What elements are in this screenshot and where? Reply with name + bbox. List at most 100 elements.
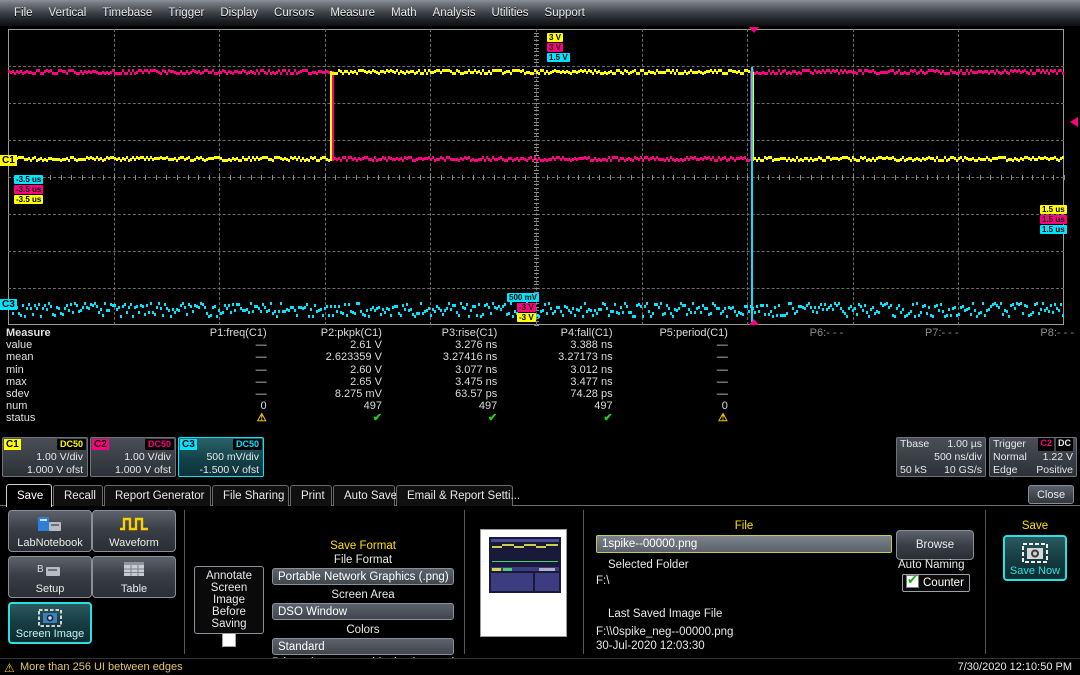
trace-c3-noise	[974, 309, 976, 312]
counter-checkbox[interactable]: Counter	[902, 574, 970, 592]
menu-item-measure[interactable]: Measure	[322, 4, 383, 22]
trace-c3-noise	[32, 313, 34, 316]
trace-c3-noise	[364, 314, 366, 317]
trace-c3-noise	[608, 314, 610, 317]
trace-c3-noise	[492, 302, 494, 305]
measure-column-header-p3[interactable]: P3:rise(C1)	[388, 327, 503, 339]
channel-marker-c1[interactable]: C1	[0, 155, 17, 166]
trace-c3-noise	[44, 304, 46, 307]
channel-marker-c3[interactable]: C3	[0, 299, 17, 310]
measure-cell: 0	[157, 400, 272, 412]
menu-item-support[interactable]: Support	[537, 4, 593, 22]
channel-offset-c1: 1.000 V ofst	[3, 464, 87, 477]
grid-tick	[958, 175, 959, 180]
waveform-display[interactable]: C1 C3 -3.5 us -3.5 us -3.5 us 1.5 us 1.5…	[0, 27, 1080, 327]
menu-item-math[interactable]: Math	[383, 4, 425, 22]
trace-c3-noise	[850, 305, 852, 308]
trace-c2-low	[484, 159, 486, 162]
measure-column-header-p6[interactable]: P6:- - -	[734, 327, 849, 339]
trace-c3-noise	[418, 312, 420, 315]
save-now-label: Save Now	[1005, 565, 1065, 577]
channel-descriptor-c3[interactable]: C3DC50500 mV/div-1.500 V ofst	[178, 437, 264, 477]
grid-tick	[534, 251, 539, 252]
measure-cell: —	[157, 339, 272, 351]
menu-item-utilities[interactable]: Utilities	[483, 4, 536, 22]
measure-cell: —	[619, 351, 734, 363]
menu-item-trigger[interactable]: Trigger	[160, 4, 212, 22]
grid-tick	[534, 62, 539, 63]
annotate-before-saving-box[interactable]: Annotate Screen Image Before Saving	[194, 566, 264, 634]
channel-descriptor-c1[interactable]: C1DC501.00 V/div1.000 V ofst	[2, 437, 88, 477]
menu-item-display[interactable]: Display	[212, 4, 266, 22]
menu-item-vertical[interactable]: Vertical	[41, 4, 95, 22]
trace-c3-noise	[70, 303, 72, 306]
trace-c3-noise	[648, 310, 650, 313]
trace-c3-noise	[20, 314, 22, 317]
trigger-descriptor[interactable]: Trigger C2 DC Normal 1.22 V Edge Positiv…	[989, 437, 1077, 477]
annotate-checkbox[interactable]	[222, 633, 236, 647]
grid-tick	[534, 270, 539, 271]
tab-file-sharing[interactable]: File Sharing	[212, 485, 289, 506]
measure-column-header-p4[interactable]: P4:fall(C1)	[503, 327, 618, 339]
trigger-marker-bottom[interactable]	[749, 319, 759, 325]
filename-input[interactable]: 1spike--00000.png	[596, 535, 892, 553]
measure-column-header-p5[interactable]: P5:period(C1)	[619, 327, 734, 339]
measure-cell	[965, 388, 1080, 400]
trace-c3-noise	[824, 303, 826, 306]
grid-tick	[874, 175, 875, 180]
trace-c3-noise	[508, 312, 510, 315]
save-target-waveform[interactable]: Waveform	[92, 510, 176, 552]
measure-column-header-p2[interactable]: P2:pkpk(C1)	[273, 327, 388, 339]
save-target-table[interactable]: Table	[92, 556, 176, 598]
grid-tick	[114, 175, 115, 180]
timebase-descriptor[interactable]: Tbase 1.00 µs 500 ns/div 50 kS 10 GS/s	[896, 437, 986, 477]
measure-cell	[849, 351, 964, 363]
tab-recall[interactable]: Recall	[53, 485, 103, 506]
trigger-level-marker-right[interactable]	[1070, 117, 1078, 127]
grid-tick	[198, 175, 199, 180]
tab-save[interactable]: Save	[6, 484, 52, 507]
measure-column-header-p1[interactable]: P1:freq(C1)	[157, 327, 272, 339]
measure-cell: 2.61 V	[273, 339, 388, 351]
grid-tick	[335, 175, 336, 180]
close-button[interactable]: Close	[1028, 485, 1074, 504]
tab-report-generator[interactable]: Report Generator	[104, 485, 211, 506]
save-target-labnotebook[interactable]: LabNotebook	[8, 510, 92, 552]
trigger-marker-top[interactable]	[749, 27, 759, 33]
tab-auto-save[interactable]: Auto Save	[333, 485, 395, 506]
measure-column-header-p7[interactable]: P7:- - -	[849, 327, 964, 339]
save-now-button[interactable]: Save Now	[1003, 535, 1067, 581]
trace-c3-noise	[322, 314, 324, 317]
grid-tick	[534, 181, 539, 182]
colors-select[interactable]: Standard	[272, 638, 454, 655]
measure-cell: 3.27416 ns	[388, 351, 503, 363]
auto-naming-label: Auto Naming	[898, 559, 964, 571]
menu-item-timebase[interactable]: Timebase	[94, 4, 160, 22]
trace-c1-high	[742, 72, 744, 75]
menu-item-cursors[interactable]: Cursors	[266, 4, 322, 22]
trace-c3-noise	[854, 307, 856, 310]
measure-cell: 3.475 ns	[388, 376, 503, 388]
tab-print[interactable]: Print	[290, 485, 332, 506]
channel-descriptor-c2[interactable]: C2DC501.00 V/div1.000 V ofst	[90, 437, 176, 477]
menu-item-analysis[interactable]: Analysis	[425, 4, 484, 22]
save-target-screen-image[interactable]: Screen Image	[8, 602, 92, 644]
tab-email-report-setti[interactable]: Email & Report Setti...	[396, 485, 513, 506]
grid-tick	[534, 255, 539, 256]
trace-c3-noise	[252, 310, 254, 313]
divider-2	[464, 510, 465, 654]
save-target-setup[interactable]: BSetup	[8, 556, 92, 598]
trace-c2-high-2	[948, 72, 950, 75]
screen-area-select[interactable]: DSO Window	[272, 603, 454, 620]
last-saved-path: F:\\0spike_neg--00000.png	[596, 626, 733, 638]
trace-c2-low	[668, 159, 670, 162]
browse-button[interactable]: Browse	[896, 530, 974, 560]
trace-c3-noise	[124, 303, 126, 306]
save-panel: LabNotebookWaveformBSetupTableScreen Ima…	[0, 506, 1080, 658]
file-format-select[interactable]: Portable Network Graphics (.png)	[272, 568, 454, 585]
measure-column-header-p8[interactable]: P8:- - -	[965, 327, 1080, 339]
trace-c3-noise	[600, 308, 602, 311]
grid-tick	[534, 199, 539, 200]
trace-c2-high-2	[994, 72, 996, 75]
menu-item-file[interactable]: File	[6, 4, 41, 22]
